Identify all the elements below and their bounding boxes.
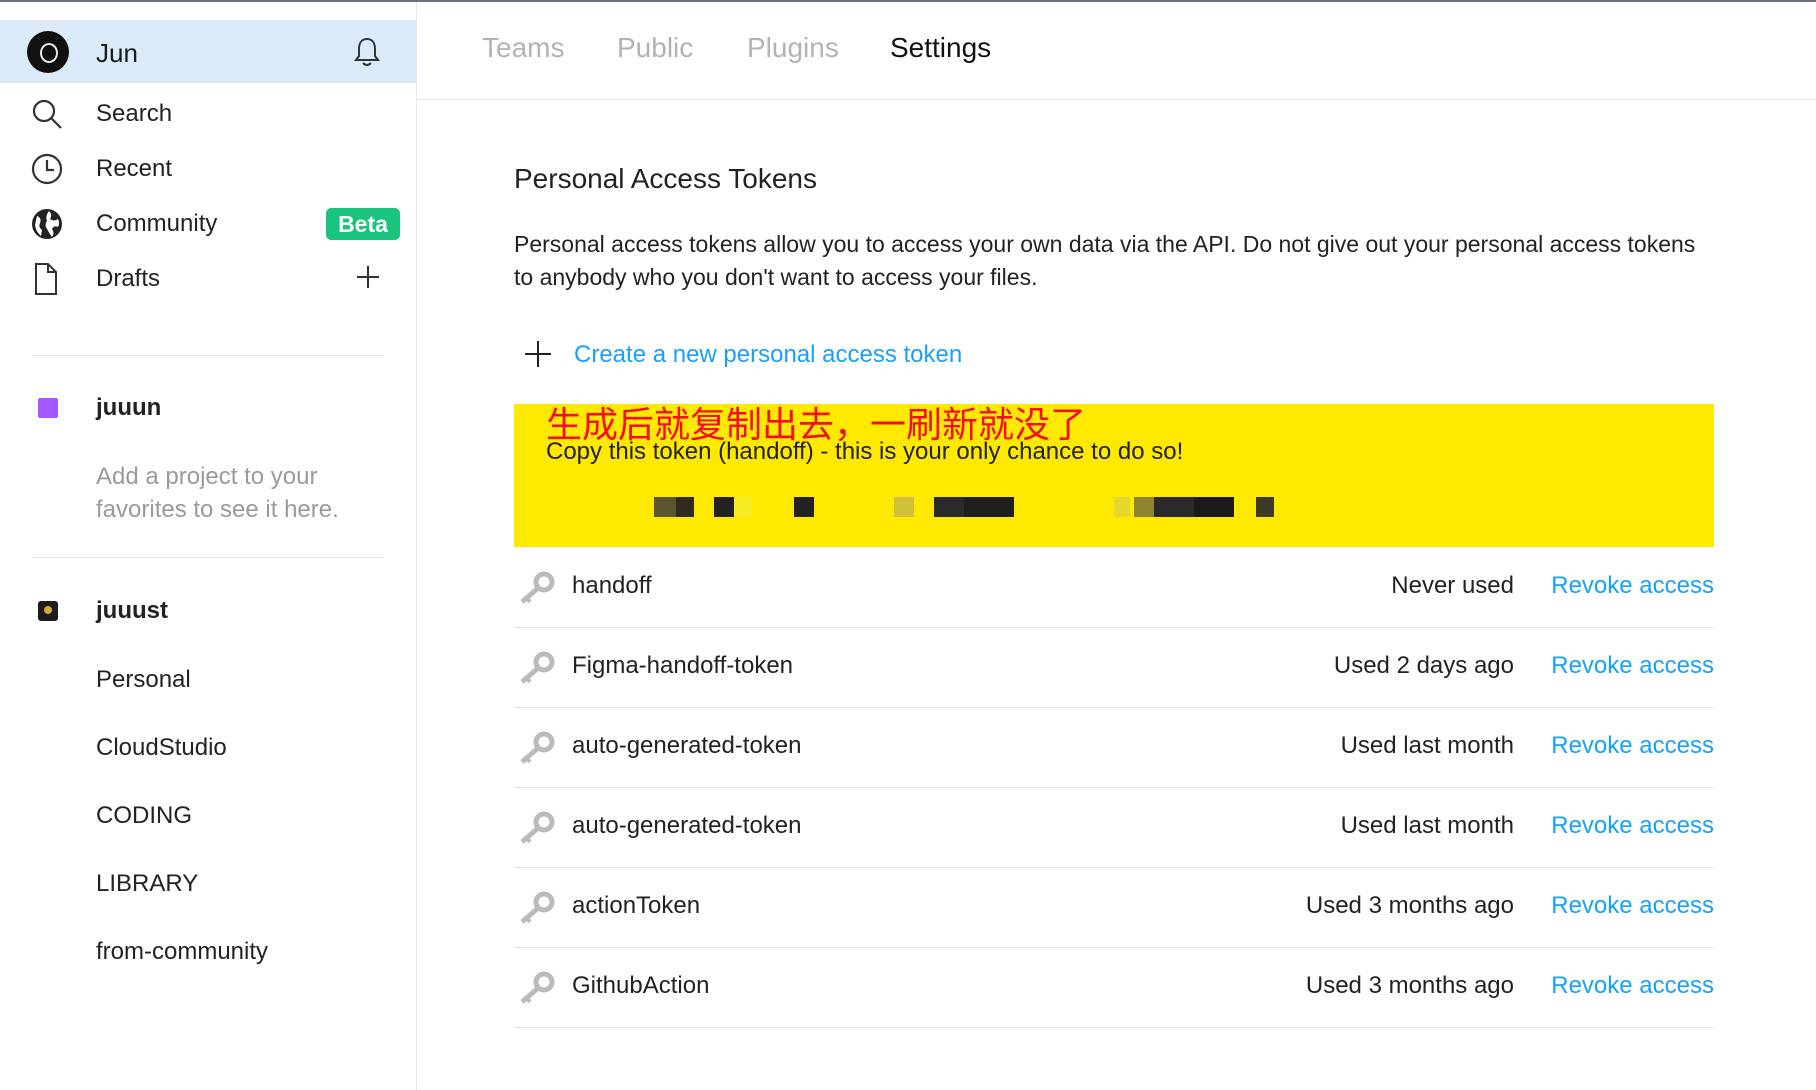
tab-public[interactable]: Public <box>617 32 693 64</box>
token-last-used: Used 3 months ago <box>1305 972 1514 999</box>
sidebar-item-search[interactable]: Search <box>0 85 416 141</box>
bell-icon[interactable] <box>352 36 382 73</box>
token-row: Figma-handoff-token Used 2 days ago Revo… <box>514 628 1714 708</box>
team-name[interactable]: juuun <box>96 394 161 422</box>
user-menu[interactable]: Jun <box>0 20 416 83</box>
team-color-icon <box>38 398 58 418</box>
revoke-access-link[interactable]: Revoke access <box>1551 812 1714 840</box>
sidebar-divider <box>32 557 384 558</box>
favorites-hint: Add a project to your favorites to see i… <box>96 463 339 523</box>
tab-teams[interactable]: Teams <box>482 32 564 64</box>
section-title: Personal Access Tokens <box>514 163 817 194</box>
sidebar-item-community[interactable]: Community Beta <box>0 195 416 251</box>
search-icon <box>30 97 64 136</box>
token-row: handoff Never used Revoke access <box>514 548 1714 628</box>
add-draft-icon[interactable] <box>355 264 381 295</box>
sidebar-item-label: Search <box>96 100 173 127</box>
sidebar-divider <box>32 355 384 356</box>
token-name: GithubAction <box>572 972 710 999</box>
key-icon <box>516 650 556 691</box>
globe-icon <box>30 207 64 246</box>
token-last-used: Used last month <box>1340 732 1514 759</box>
token-name: auto-generated-token <box>572 732 802 759</box>
file-icon <box>30 262 60 301</box>
user-name: Jun <box>96 38 138 68</box>
tab-plugins[interactable]: Plugins <box>747 32 839 64</box>
sidebar-item-drafts[interactable]: Drafts <box>0 250 416 306</box>
sidebar-item-label: Community <box>96 210 218 237</box>
revoke-access-link[interactable]: Revoke access <box>1551 892 1714 920</box>
key-icon <box>516 810 556 851</box>
avatar <box>27 31 69 73</box>
token-row: auto-generated-token Used last month Rev… <box>514 708 1714 788</box>
token-row: auto-generated-token Used last month Rev… <box>514 788 1714 868</box>
revoke-access-link[interactable]: Revoke access <box>1551 972 1714 1000</box>
revoke-access-link[interactable]: Revoke access <box>1551 732 1714 760</box>
project-item[interactable]: from-community <box>96 938 268 966</box>
sidebar-item-label: Recent <box>96 155 173 182</box>
revoke-access-link[interactable]: Revoke access <box>1551 572 1714 600</box>
key-icon <box>516 570 556 611</box>
tab-settings[interactable]: Settings <box>890 32 991 64</box>
project-item[interactable]: CODING <box>96 802 192 830</box>
beta-badge: Beta <box>326 208 400 240</box>
project-item[interactable]: LIBRARY <box>96 870 198 898</box>
token-name: Figma-handoff-token <box>572 652 794 679</box>
team-name[interactable]: juuust <box>96 597 168 625</box>
clock-icon <box>30 152 64 191</box>
key-icon <box>516 970 556 1011</box>
token-last-used: Used 3 months ago <box>1305 892 1514 919</box>
token-name: auto-generated-token <box>572 812 802 839</box>
token-name: handoff <box>572 572 652 599</box>
team-avatar-icon <box>38 601 58 621</box>
plus-icon[interactable] <box>524 340 552 373</box>
sidebar-item-label: Drafts <box>96 265 161 292</box>
token-name: actionToken <box>572 892 701 919</box>
section-description: Personal access tokens allow you to acce… <box>514 231 1696 290</box>
token-row: actionToken Used 3 months ago Revoke acc… <box>514 868 1714 948</box>
token-last-used: Used last month <box>1340 812 1514 839</box>
create-token-link[interactable]: Create a new personal access token <box>574 341 962 369</box>
project-item[interactable]: Personal <box>96 666 191 694</box>
sidebar-item-recent[interactable]: Recent <box>0 140 416 196</box>
project-item[interactable]: CloudStudio <box>96 734 227 762</box>
sidebar: Jun Search Recent Community Beta Drafts <box>0 2 417 1090</box>
copy-token-note: Copy this token (handoff) - this is your… <box>546 438 1184 465</box>
revoke-access-link[interactable]: Revoke access <box>1551 652 1714 680</box>
token-row: GithubAction Used 3 months ago Revoke ac… <box>514 948 1714 1028</box>
key-icon <box>516 890 556 931</box>
key-icon <box>516 730 556 771</box>
top-tabs: Teams Public Plugins Settings <box>418 2 1816 100</box>
token-last-used: Never used <box>1391 572 1514 599</box>
token-last-used: Used 2 days ago <box>1333 652 1514 679</box>
